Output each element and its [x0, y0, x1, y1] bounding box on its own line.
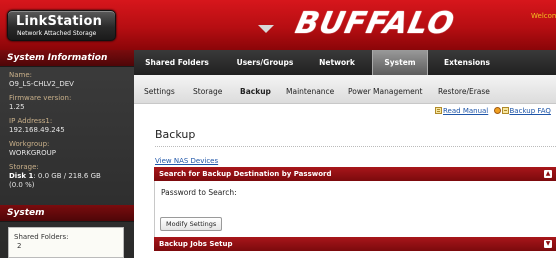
- help-links: Read Manual Backup FAQ: [435, 107, 551, 115]
- subnav-power-management[interactable]: Power Management: [348, 87, 422, 96]
- panel-title: Search for Backup Destination by Passwor…: [159, 170, 332, 178]
- ip-address-value: 192.168.49.245: [9, 126, 65, 134]
- collapse-icon[interactable]: ▲: [544, 170, 552, 178]
- buffalo-brand-logo: BUFFALO: [292, 6, 458, 41]
- active-tab-pointer: [258, 25, 274, 33]
- logo-title: LinkStation: [16, 14, 103, 29]
- modify-settings-button[interactable]: Modify Settings: [160, 217, 223, 231]
- sub-navigation: Settings Storage Backup Maintenance Powe…: [134, 75, 556, 104]
- subnav-backup[interactable]: Backup: [240, 87, 271, 96]
- nav-extensions[interactable]: Extensions: [438, 50, 496, 75]
- storage-capacity: : 0.0 GB / 218.6 GB: [33, 172, 101, 180]
- app-header: LinkStation Network Attached Storage BUF…: [0, 0, 556, 50]
- password-to-search-label: Password to Search:: [161, 188, 237, 197]
- backup-jobs-setup-panel-header[interactable]: Backup Jobs Setup ▼: [154, 237, 556, 251]
- linkstation-logo: LinkStation Network Attached Storage: [7, 10, 116, 41]
- ip-address-label: IP Address1:: [9, 117, 53, 125]
- system-summary-box: Shared Folders: 2: [8, 227, 124, 258]
- main-navigation: Shared Folders Users/Groups Network Syst…: [134, 50, 556, 75]
- title-divider: [155, 146, 556, 147]
- page-title: Backup: [155, 128, 196, 141]
- welcome-text: Welcome: [531, 12, 556, 20]
- name-value: O9_LS-CHLV2_DEV: [9, 80, 74, 88]
- search-backup-destination-panel-header[interactable]: Search for Backup Destination by Passwor…: [154, 167, 556, 181]
- workgroup-value: WORKGROUP: [9, 149, 57, 157]
- nav-system[interactable]: System: [372, 50, 428, 75]
- subnav-settings[interactable]: Settings: [144, 87, 175, 96]
- backup-icon: [501, 107, 509, 114]
- system-information-heading: System Information: [0, 50, 134, 67]
- subnav-maintenance[interactable]: Maintenance: [286, 87, 334, 96]
- backup-faq-link[interactable]: Backup FAQ: [510, 107, 551, 115]
- faq-icon: [493, 107, 501, 114]
- shared-folders-count: 2: [17, 242, 22, 250]
- panel-title: Backup Jobs Setup: [159, 240, 233, 248]
- read-manual-link[interactable]: Read Manual: [443, 107, 488, 115]
- shared-folders-label: Shared Folders:: [14, 233, 69, 241]
- name-label: Name:: [9, 71, 33, 79]
- expand-icon[interactable]: ▼: [544, 240, 552, 248]
- nav-users-groups[interactable]: Users/Groups: [230, 50, 300, 75]
- firmware-value: 1.25: [9, 103, 25, 111]
- system-heading: System: [0, 205, 134, 222]
- manual-icon: [435, 107, 442, 114]
- view-nas-devices-link[interactable]: View NAS Devices: [155, 157, 218, 165]
- main-content: Read Manual Backup FAQ Backup View NAS D…: [134, 104, 556, 258]
- search-backup-destination-panel: Password to Search: Modify Settings: [154, 181, 556, 237]
- storage-disk-name: Disk 1: [9, 172, 34, 180]
- storage-label: Storage:: [9, 163, 39, 171]
- nav-network[interactable]: Network: [314, 50, 360, 75]
- subnav-restore-erase[interactable]: Restore/Erase: [438, 87, 490, 96]
- subnav-storage[interactable]: Storage: [193, 87, 222, 96]
- sidebar: System Information Name: O9_LS-CHLV2_DEV…: [0, 50, 134, 258]
- workgroup-label: Workgroup:: [9, 140, 50, 148]
- nav-shared-folders[interactable]: Shared Folders: [142, 50, 212, 75]
- storage-value: Disk 1: 0.0 GB / 218.6 GB: [9, 172, 134, 181]
- system-information-panel: Name: O9_LS-CHLV2_DEV Firmware version: …: [0, 67, 134, 207]
- storage-percent: (0.0 %): [9, 181, 35, 189]
- firmware-label: Firmware version:: [9, 94, 72, 102]
- logo-subtitle: Network Attached Storage: [17, 30, 97, 37]
